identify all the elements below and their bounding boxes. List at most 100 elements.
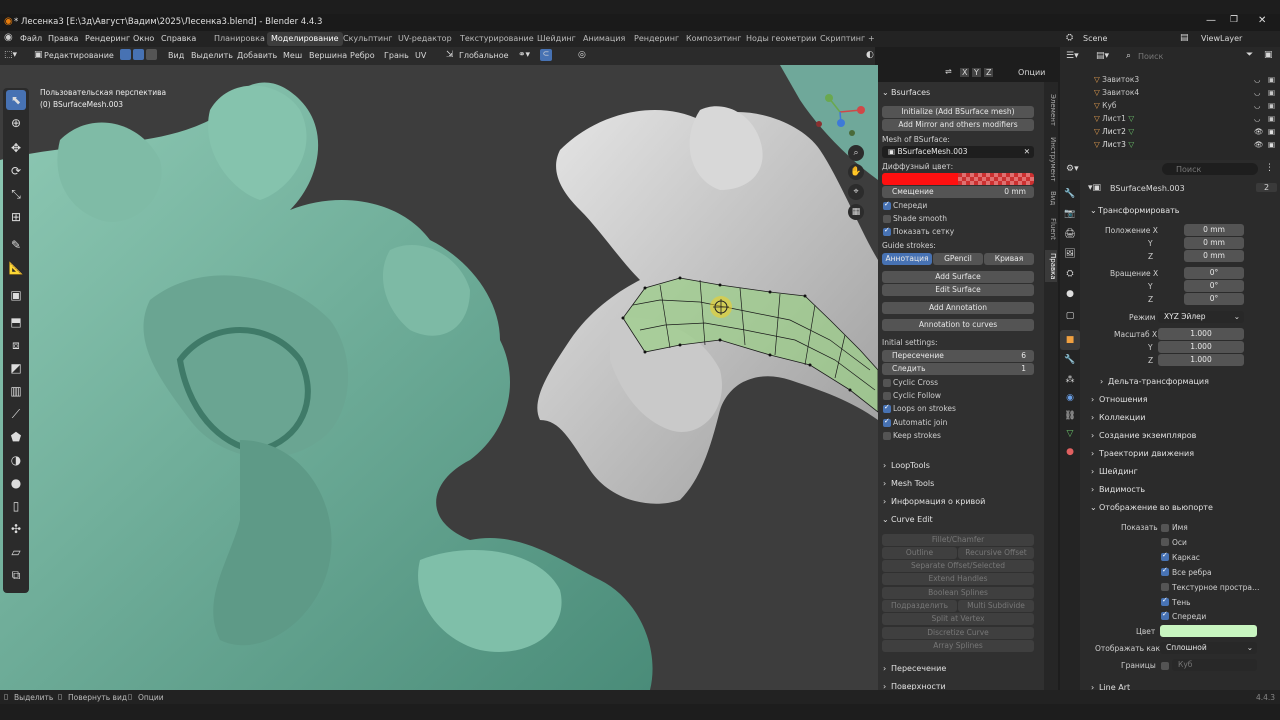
chevron-right-icon[interactable]: › xyxy=(1091,431,1094,440)
mirror-axis-icon[interactable]: ⇌ xyxy=(945,67,952,76)
object-props-icon[interactable]: ■ xyxy=(1060,330,1080,350)
edge-select-icon[interactable] xyxy=(133,49,144,60)
zoom-icon[interactable]: ⌕ xyxy=(848,145,864,161)
collection-props-icon[interactable]: ▢ xyxy=(1060,306,1080,326)
curve-info-header[interactable]: Информация о кривой xyxy=(891,497,985,506)
follow-field[interactable]: Следить 1 xyxy=(882,363,1034,375)
bevel-tool-icon[interactable]: ◩ xyxy=(6,358,26,378)
visibility-header[interactable]: Видимость xyxy=(1099,485,1145,494)
show-grid-checkbox[interactable] xyxy=(883,226,891,236)
overlay-icons[interactable]: ◐ xyxy=(866,50,874,60)
fillet-button[interactable]: Fillet/Chamfer xyxy=(882,534,1034,546)
boolean-splines-button[interactable]: Boolean Splines xyxy=(882,587,1034,599)
rotation-x-field[interactable]: 0° xyxy=(1184,267,1244,279)
chevron-down-icon[interactable]: ⌄ xyxy=(1090,503,1097,512)
outliner-item[interactable]: ▽ Лист1 ▽ ◡ ▣ xyxy=(1094,114,1278,123)
transform-orientation-select[interactable]: Глобальное xyxy=(459,51,509,60)
move-tool-icon[interactable]: ✥ xyxy=(6,138,26,158)
tab-shading[interactable]: Шейдинг xyxy=(533,32,580,46)
options-menu[interactable]: Опции xyxy=(1018,68,1045,77)
scale-tool-icon[interactable]: ⤡ xyxy=(6,184,26,204)
outliner-editor-icon[interactable]: ☰▾ xyxy=(1066,51,1079,61)
bounds-checkbox[interactable] xyxy=(1161,662,1169,670)
data-props-icon[interactable]: ▽ xyxy=(1060,424,1080,444)
tool-props-icon[interactable]: 🔧 xyxy=(1060,184,1080,204)
cyclic-cross-checkbox[interactable] xyxy=(883,379,891,387)
shade-smooth-checkbox[interactable] xyxy=(883,215,891,223)
menu-view[interactable]: Вид xyxy=(168,51,184,60)
meshtools-header[interactable]: Mesh Tools xyxy=(891,479,934,488)
auto-join-checkbox[interactable] xyxy=(883,417,891,427)
cyclic-follow-checkbox[interactable] xyxy=(883,392,891,400)
loops-checkbox[interactable] xyxy=(883,403,891,413)
diffuse-color-swatch[interactable] xyxy=(882,173,1034,185)
cross-field[interactable]: Пересечение 6 xyxy=(882,350,1034,362)
outliner-item[interactable]: ▽ Лист2 ▽ 👁 ▣ xyxy=(1094,127,1278,136)
menu-select[interactable]: Выделить xyxy=(191,51,233,60)
menu-render[interactable]: Рендеринг xyxy=(85,34,130,43)
tab-animation[interactable]: Анимация xyxy=(579,32,629,46)
tab-edit[interactable]: Правка xyxy=(1045,250,1057,282)
close-icon[interactable]: ✕ xyxy=(1258,15,1266,26)
tab-sculpting[interactable]: Скульптинг xyxy=(339,32,397,46)
chevron-down-icon[interactable]: ⌄ xyxy=(1090,206,1097,215)
modifier-props-icon[interactable]: 🔧 xyxy=(1060,350,1080,370)
loop-cut-tool-icon[interactable]: ▥ xyxy=(6,381,26,401)
extend-handles-button[interactable]: Extend Handles xyxy=(882,573,1034,585)
display-as-select[interactable]: Сплошной ⌄ xyxy=(1160,642,1257,654)
props-object-name[interactable]: BSurfaceMesh.003 xyxy=(1110,184,1185,193)
edge-slide-tool-icon[interactable]: ▯ xyxy=(6,496,26,516)
rotate-tool-icon[interactable]: ⟳ xyxy=(6,161,26,181)
physics-props-icon[interactable]: ◉ xyxy=(1060,388,1080,408)
tab-geometry-nodes[interactable]: Ноды геометрии xyxy=(742,32,820,46)
curve-edit-header[interactable]: Curve Edit xyxy=(891,515,933,524)
chevron-right-icon[interactable]: › xyxy=(1091,395,1094,404)
add-mirror-button[interactable]: Add Mirror and others modifiers xyxy=(882,119,1034,131)
world-props-icon[interactable]: ● xyxy=(1060,284,1080,304)
transform-tool-icon[interactable]: ⊞ xyxy=(6,207,26,227)
constraints-props-icon[interactable]: ⛓ xyxy=(1060,406,1080,426)
view-layer-props-icon[interactable]: 🖼 xyxy=(1060,244,1080,264)
keep-strokes-checkbox[interactable] xyxy=(883,432,891,440)
separate-offset-button[interactable]: Separate Offset/Selected xyxy=(882,560,1034,572)
smooth-tool-icon[interactable]: ● xyxy=(6,473,26,493)
poly-build-tool-icon[interactable]: ⬟ xyxy=(6,427,26,447)
show-all-edges-checkbox[interactable] xyxy=(1161,566,1169,576)
axis-y-toggle[interactable]: Y xyxy=(972,68,981,77)
menu-help[interactable]: Справка xyxy=(161,34,196,43)
mesh-field[interactable]: ▣ BSurfaceMesh.003 ✕ xyxy=(882,146,1034,158)
spin-tool-icon[interactable]: ◑ xyxy=(6,450,26,470)
scale-z-field[interactable]: 1.000 xyxy=(1158,354,1244,366)
tab-uv-editor[interactable]: UV-редактор xyxy=(394,32,456,46)
measure-tool-icon[interactable]: 📐 xyxy=(6,258,26,278)
split-vertex-button[interactable]: Split at Vertex xyxy=(882,613,1034,625)
menu-file[interactable]: Файл xyxy=(20,34,42,43)
pivot-icon[interactable]: ⚭▾ xyxy=(518,50,530,60)
chevron-down-icon[interactable]: ⌄ xyxy=(882,88,889,97)
menu-face[interactable]: Грань xyxy=(384,51,409,60)
rotation-mode-select[interactable]: XYZ Эйлер ⌄ xyxy=(1158,311,1244,323)
outliner-item[interactable]: ▽ Лист3 ▽ 👁 ▣ xyxy=(1094,140,1278,149)
initialize-button[interactable]: Initialize (Add BSurface mesh) xyxy=(882,106,1034,118)
maximize-icon[interactable]: ❐ xyxy=(1230,15,1238,25)
new-collection-icon[interactable]: ▣ xyxy=(1264,50,1273,60)
chevron-right-icon[interactable]: › xyxy=(883,664,886,673)
editor-type-icon[interactable]: ⬚▾ xyxy=(4,50,17,60)
snap-icon[interactable]: ⊂ xyxy=(540,49,552,61)
delta-transform-header[interactable]: Дельта-трансформация xyxy=(1108,377,1209,386)
tab-texturing[interactable]: Текстурирование xyxy=(456,32,538,46)
outliner-search[interactable]: Поиск xyxy=(1138,52,1163,61)
axis-z-toggle[interactable]: Z xyxy=(984,68,994,77)
face-select-icon[interactable] xyxy=(146,49,157,60)
show-in-front-checkbox[interactable] xyxy=(1161,610,1169,620)
outline-button[interactable]: Outline xyxy=(882,547,957,559)
menu-vertex[interactable]: Вершина xyxy=(309,51,347,60)
transform-header[interactable]: Трансформировать xyxy=(1098,206,1180,215)
tab-gpencil[interactable]: GPencil xyxy=(933,253,983,265)
outliner-item[interactable]: ▽ Завиток3 ◡ ▣ xyxy=(1094,75,1278,84)
menu-edit[interactable]: Правка xyxy=(48,34,78,43)
show-name-checkbox[interactable] xyxy=(1161,524,1169,532)
recursive-offset-button[interactable]: Recursive Offset xyxy=(958,547,1034,559)
tab-layout[interactable]: Планировка xyxy=(210,32,269,46)
color-swatch[interactable] xyxy=(1160,625,1257,637)
